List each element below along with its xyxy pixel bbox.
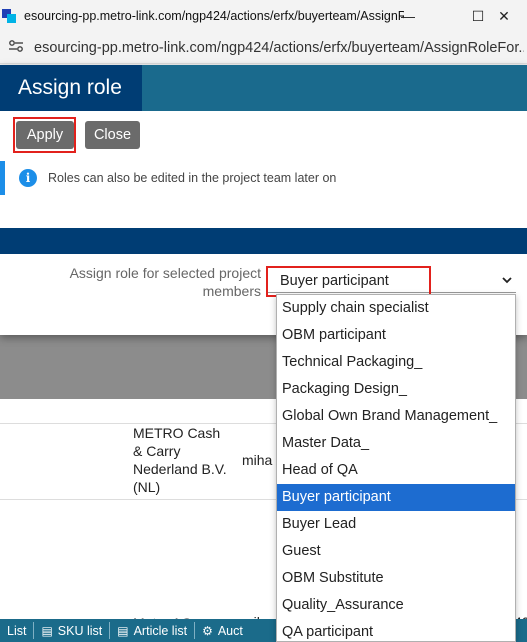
list-icon: ▤ [117,623,129,638]
address-bar[interactable]: esourcing-pp.metro-link.com/ngp424/actio… [0,32,527,64]
chevron-down-icon [502,273,512,287]
role-option[interactable]: Global Own Brand Management_ [277,403,515,430]
dialog-title-box: Assign role [0,65,142,111]
footer-item-label: Article list [133,623,188,638]
role-option[interactable]: Buyer Lead [277,511,515,538]
select-highlight-box [266,266,431,297]
footer-item-list[interactable]: List [0,622,35,639]
site-settings-icon[interactable] [8,39,26,56]
info-message: i Roles can also be edited in the projec… [0,161,527,195]
role-option[interactable]: QA participant [277,619,515,641]
role-option[interactable]: Quality_Assurance [277,592,515,619]
minimize-button[interactable]: — [385,0,431,32]
role-option[interactable]: Head of QA [277,457,515,484]
gear-icon: ⚙ [202,623,213,638]
browser-title-bar: esourcing-pp.metro-link.com/ngp424/actio… [0,0,527,32]
role-option[interactable]: OBM Substitute [277,565,515,592]
footer-item-auction[interactable]: ⚙ Auct [195,622,250,639]
footer-item-label: List [7,623,27,638]
section-band [0,228,527,254]
role-option[interactable]: Master Data_ [277,430,515,457]
list-icon: ▤ [41,623,53,638]
apply-highlight-box [13,117,76,153]
role-option[interactable]: Buyer participant [277,484,515,511]
role-field-label: Assign role for selected project members [69,265,261,299]
role-option[interactable]: Packaging Design_ [277,376,515,403]
role-option[interactable]: OBM participant [277,322,515,349]
info-text: Roles can also be edited in the project … [48,171,337,185]
role-option[interactable]: Guest [277,538,515,565]
member-email: miha [242,452,273,468]
role-dropdown-list: Supply chain specialist OBM participant Te… [276,294,516,642]
role-option[interactable]: Supply chain specialist [277,295,515,322]
org-name: METRO Cash & Carry Nederland B.V. (NL) [133,425,227,495]
close-button[interactable]: Close [85,121,140,149]
footer-item-article-list[interactable]: ▤ Article list [110,622,196,639]
dialog-title: Assign role [18,76,122,99]
site-favicon-icon [2,9,16,23]
footer-item-label: SKU list [57,623,103,638]
close-window-button[interactable]: ✕ [481,0,527,32]
footer-item-sku-list[interactable]: ▤ SKU list [34,622,111,639]
footer-item-label: Auct [217,623,243,638]
role-option[interactable]: Technical Packaging_ [277,349,515,376]
window-title: esourcing-pp.metro-link.com/ngp424/actio… [24,9,404,23]
url-text[interactable]: esourcing-pp.metro-link.com/ngp424/actio… [34,40,524,56]
dialog-header: Assign role [0,65,527,111]
info-icon: i [19,169,37,187]
